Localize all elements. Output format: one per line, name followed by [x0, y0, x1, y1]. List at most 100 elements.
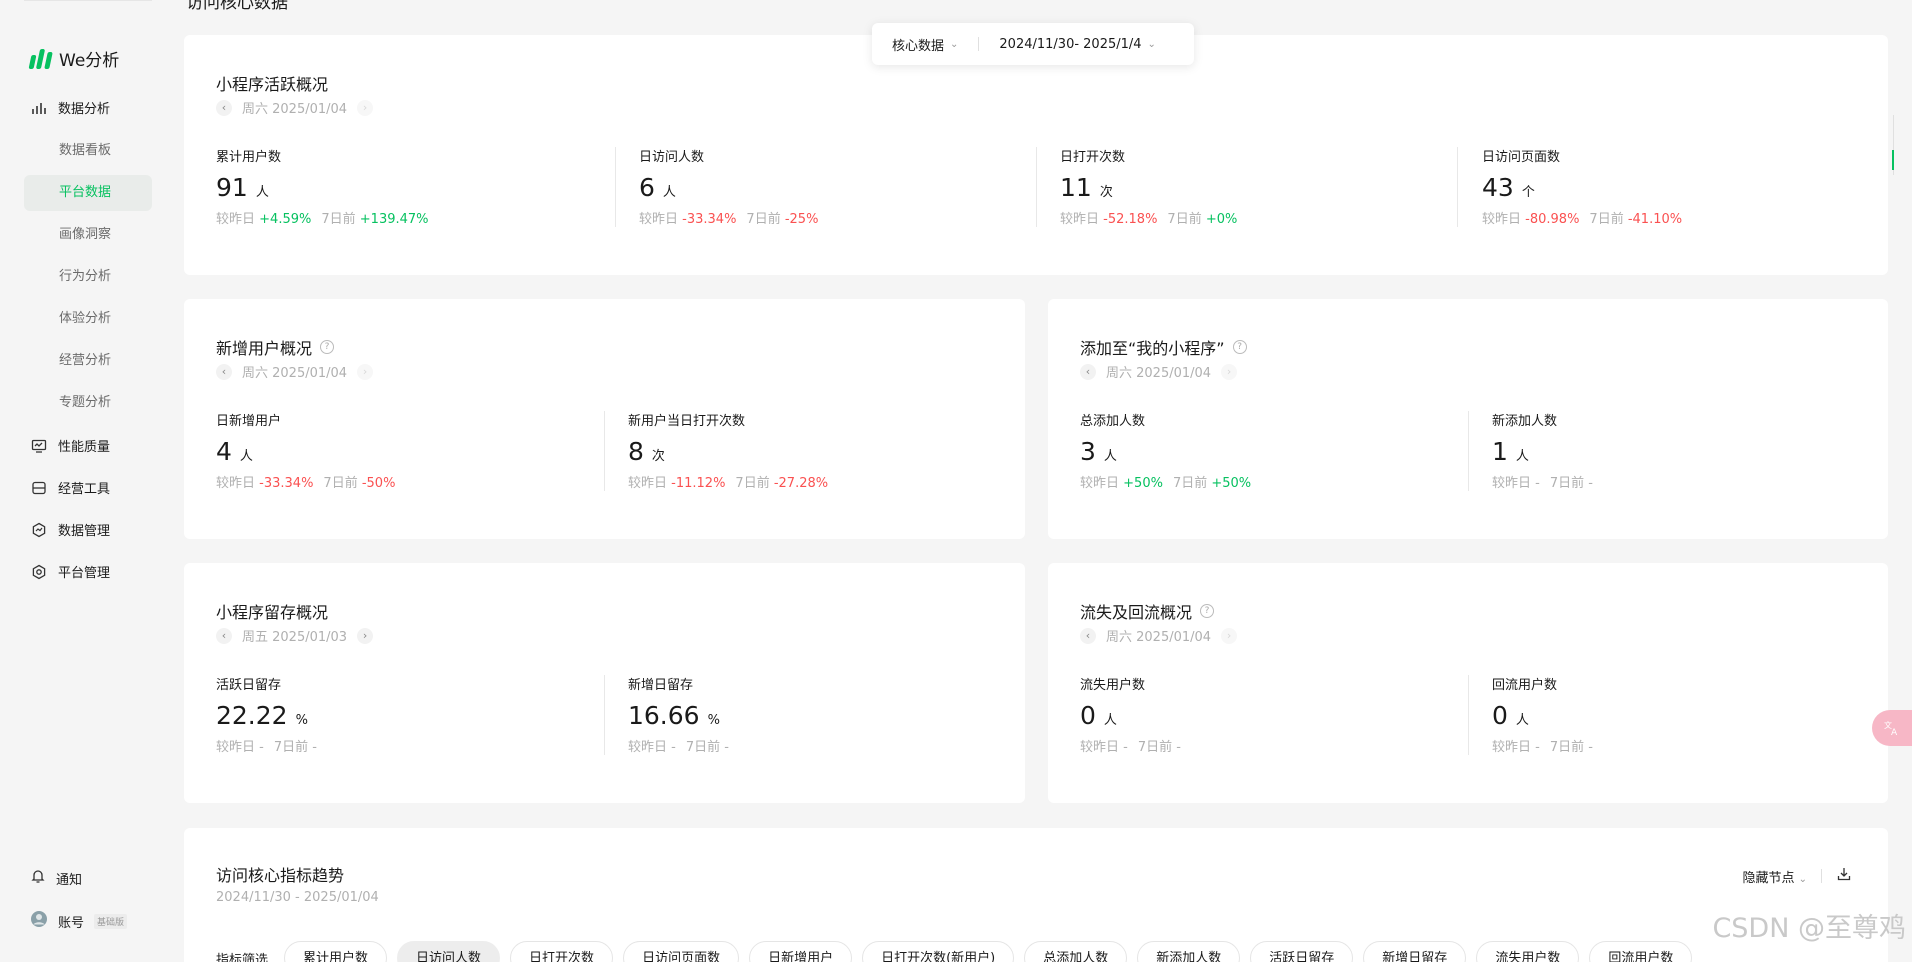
metric-value: 4: [216, 437, 232, 466]
metric-label: 日打开次数: [1060, 150, 1126, 165]
compare-day-value: -: [1123, 740, 1128, 755]
translate-icon[interactable]: 文A: [1872, 710, 1912, 746]
compare-day-value: +50%: [1123, 476, 1163, 491]
help-icon[interactable]: ?: [1232, 340, 1247, 354]
sidebar-item-behavior[interactable]: 行为分析: [24, 259, 152, 295]
chip-daily-opens[interactable]: 日打开次数: [510, 941, 614, 962]
sidebar-item-dashboard[interactable]: 数据看板: [24, 133, 152, 169]
compare-week-label: 7日前: [1167, 212, 1202, 227]
metric-value: 1: [1492, 437, 1508, 466]
date-nav: ‹ 周五 2025/01/03 ›: [216, 626, 374, 645]
sidebar-item-business[interactable]: 经营分析: [24, 343, 152, 379]
next-day-button[interactable]: ›: [1221, 627, 1238, 644]
next-day-button[interactable]: ›: [1221, 363, 1238, 380]
page-title: 访问核心数据: [186, 0, 288, 13]
chip-daily-visitors[interactable]: 日访问人数: [397, 941, 501, 962]
metric-compare: 较昨日 -7日前 -: [1492, 736, 1593, 755]
chip-daily-pages[interactable]: 日访问页面数: [623, 941, 740, 962]
we-analysis-logo-icon: [28, 48, 53, 69]
metric-compare: 较昨日 -7日前 -: [1492, 472, 1593, 491]
metric-label: 日访问人数: [639, 150, 705, 165]
next-day-button[interactable]: ›: [357, 627, 374, 644]
download-icon[interactable]: [1836, 866, 1852, 886]
compare-week-value: -: [312, 740, 317, 755]
notify-button[interactable]: 通知: [30, 868, 82, 888]
chip-returning-users[interactable]: 回流用户数: [1589, 941, 1693, 962]
compare-day-value: -80.98%: [1525, 212, 1580, 227]
compare-week-label: 7日前: [321, 212, 356, 227]
data-type-select[interactable]: 核心数据 ⌄: [872, 35, 978, 54]
date-nav: ‹ 周六 2025/01/04 ›: [1080, 626, 1238, 645]
sidebar-group-business-tools[interactable]: 经营工具: [30, 478, 110, 497]
metric-compare: 较昨日 -33.34% 7日前 -50%: [216, 472, 395, 491]
logo[interactable]: We分析: [28, 46, 119, 71]
date-label: 周六 2025/01/04: [242, 366, 348, 381]
sidebar-group-platform-management[interactable]: 平台管理: [30, 562, 110, 581]
hide-nodes-dropdown[interactable]: 隐藏节点 ⌄: [1742, 867, 1807, 886]
chip-new-added[interactable]: 新添加人数: [1137, 941, 1241, 962]
chip-active-retention[interactable]: 活跃日留存: [1250, 941, 1354, 962]
card-title: 添加至“我的小程序” ?: [1080, 335, 1247, 359]
chip-new-retention[interactable]: 新增日留存: [1363, 941, 1467, 962]
added-to-my-miniprogram-card: 添加至“我的小程序” ? ‹ 周六 2025/01/04 › 总添加人数 3人 …: [1048, 299, 1888, 539]
account-button[interactable]: 账号 基础版: [30, 910, 128, 932]
card-title: 新增用户概况 ?: [216, 335, 335, 359]
sidebar-group-performance[interactable]: 性能质量: [30, 436, 110, 455]
metric-compare: 较昨日 -33.34% 7日前 -25%: [639, 208, 818, 227]
date-label: 周六 2025/01/04: [1106, 630, 1212, 645]
metric-label: 新添加人数: [1492, 414, 1558, 429]
divider: [1468, 411, 1469, 491]
divider: [1457, 147, 1458, 227]
date-nav: ‹ 周六 2025/01/04 ›: [216, 98, 374, 117]
notify-label: 通知: [56, 872, 83, 888]
help-icon[interactable]: ?: [320, 340, 335, 354]
compare-day-value: -33.34%: [682, 212, 737, 227]
next-day-button[interactable]: ›: [357, 363, 374, 380]
date-range-value: 2024/11/30- 2025/1/4: [999, 36, 1142, 52]
compare-week-value: -: [1588, 476, 1593, 491]
metric-label: 总添加人数: [1080, 414, 1146, 429]
scrollbar-thumb[interactable]: [1892, 150, 1894, 170]
churn-card: 流失及回流概况 ? ‹ 周六 2025/01/04 › 流失用户数 0人 较昨日…: [1048, 563, 1888, 803]
compare-week-label: 7日前: [1589, 212, 1624, 227]
sidebar-item-portrait[interactable]: 画像洞察: [24, 217, 152, 253]
metric-daily-pages: 日访问页面数 43 个 较昨日 -80.98% 7日前 -41.10%: [1482, 146, 1682, 227]
trend-date-range: 2024/11/30 - 2025/01/04: [216, 890, 379, 905]
sidebar-item-experience[interactable]: 体验分析: [24, 301, 152, 337]
metric-total-added: 总添加人数 3人 较昨日 +50% 7日前 +50%: [1080, 410, 1251, 491]
prev-day-button[interactable]: ‹: [1080, 363, 1096, 380]
metric-filter-chips: 指标筛选 累计用户数 日访问人数 日打开次数 日访问页面数 日新增用户 日打开次…: [216, 941, 1693, 962]
chip-churned-users[interactable]: 流失用户数: [1476, 941, 1580, 962]
prev-day-button[interactable]: ‹: [216, 627, 232, 644]
date-range-picker[interactable]: 2024/11/30- 2025/1/4 ⌄: [979, 37, 1176, 52]
help-icon[interactable]: ?: [1200, 604, 1215, 618]
compare-week-value: -27.28%: [773, 476, 829, 491]
chip-total-added[interactable]: 总添加人数: [1024, 941, 1128, 962]
next-day-button[interactable]: ›: [357, 99, 374, 116]
card-title-text: 添加至“我的小程序”: [1080, 339, 1225, 358]
prev-day-button[interactable]: ‹: [216, 363, 232, 380]
prev-day-button[interactable]: ‹: [1080, 627, 1096, 644]
metric-value: 6: [639, 173, 655, 202]
chip-new-users[interactable]: 日新增用户: [749, 941, 853, 962]
card-title-text: 小程序活跃概况: [216, 75, 329, 94]
compare-week-label: 7日前: [735, 476, 770, 491]
account-version-badge: 基础版: [94, 913, 128, 929]
metric-label: 日访问页面数: [1482, 150, 1561, 165]
sidebar-group-data-analysis[interactable]: 数据分析: [30, 98, 110, 117]
chip-total-users[interactable]: 累计用户数: [284, 941, 388, 962]
chip-new-user-opens[interactable]: 日打开次数(新用户): [862, 941, 1015, 962]
sidebar-item-topic[interactable]: 专题分析: [24, 385, 152, 421]
hide-nodes-label: 隐藏节点: [1742, 870, 1795, 886]
compare-day-label: 较昨日: [216, 212, 256, 227]
metric-value-row: 0人: [1492, 701, 1593, 730]
sidebar-item-platform-data[interactable]: 平台数据: [24, 175, 152, 211]
date-nav: ‹ 周六 2025/01/04 ›: [1080, 362, 1238, 381]
prev-day-button[interactable]: ‹: [216, 99, 232, 116]
metric-label: 新用户当日打开次数: [628, 414, 746, 429]
card-title: 小程序活跃概况: [216, 71, 328, 95]
metric-label: 新增日留存: [628, 678, 694, 693]
card-title: 小程序留存概况: [216, 599, 328, 623]
chevron-down-icon: ⌄: [1798, 873, 1807, 885]
sidebar-group-data-management[interactable]: 数据管理: [30, 520, 110, 539]
